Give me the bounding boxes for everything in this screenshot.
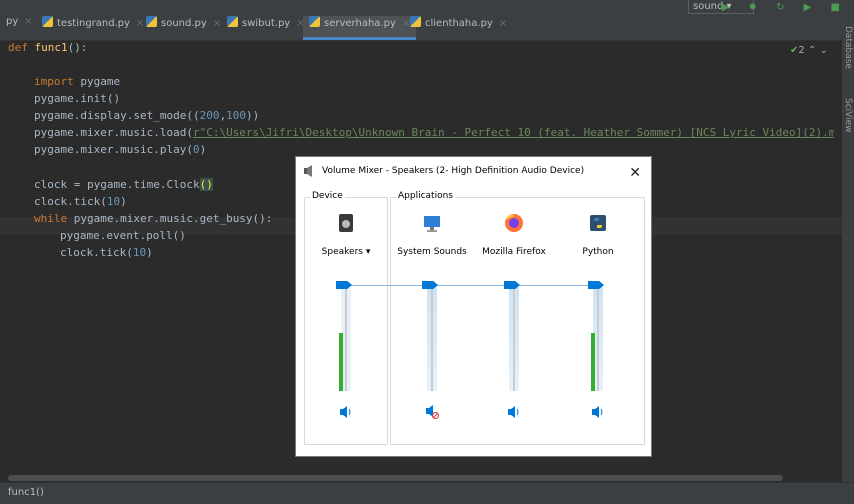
close-icon[interactable]: × [136,18,144,29]
code-line: clock.tick(10) [60,246,153,259]
speaker-mute-icon[interactable] [507,405,521,419]
code-line: clock = pygame.time.Clock() [34,178,213,191]
tab-py[interactable]: py × [6,16,33,40]
tab-clienthaha[interactable]: clienthaha.py × [410,16,507,40]
code-line: clock.tick(10) [34,195,127,208]
speakers-icon[interactable] [336,213,356,233]
code-line: pygame.mixer.music.load(r"C:\Users\Jifri… [34,126,834,139]
database-panel-tab[interactable]: Database [843,26,853,69]
right-tool-strip: Database SciView [842,16,854,486]
tab-label: testingrand.py [57,18,131,29]
app-label: Python [582,247,614,257]
peak-meter [339,332,343,391]
chevron-down-icon[interactable]: ⌄ [820,45,828,56]
code-line: pygame.init() [34,92,121,105]
close-icon[interactable]: × [402,18,410,29]
device-volume-slider[interactable] [336,281,352,391]
code-line: def func1(): [8,41,88,54]
app-label: Mozilla Firefox [482,247,546,257]
warnings-count: 2 [798,45,805,56]
device-group-label: Device [310,191,345,201]
peak-meter [591,332,595,391]
code-line: pygame.event.poll() [60,229,186,242]
chevron-up-icon[interactable]: ⌃ [808,45,816,56]
title-bar[interactable]: Volume Mixer - Speakers (2- High Definit… [296,157,651,185]
app-column-firefox: Mozilla Firefox [472,209,556,441]
code-line: import pygame [34,75,121,88]
sciview-panel-tab[interactable]: SciView [843,98,853,133]
app-volume-slider[interactable] [422,281,438,391]
python-file-icon [410,16,421,27]
python-file-icon [42,16,53,27]
speaker-mute-icon[interactable] [339,405,353,419]
window-title: Volume Mixer - Speakers (2- High Definit… [322,166,585,176]
tab-label: serverhaha.py [324,18,396,29]
code-line: pygame.display.set_mode((200,100)) [34,109,260,122]
breadcrumb[interactable]: func1() [8,487,44,498]
status-bar: func1() [0,482,854,504]
device-label: Speakers [321,247,363,257]
speaker-muted-icon[interactable] [425,405,439,419]
tab-label: clienthaha.py [425,18,493,29]
python-file-icon [227,16,238,27]
close-icon[interactable]: × [24,16,32,27]
device-column: Speakers ▾ [304,209,388,441]
app-label: System Sounds [397,247,467,257]
app-volume-slider[interactable] [588,281,604,391]
speaker-icon [304,165,312,177]
run-config-label: sound [693,1,724,12]
python-file-icon [146,16,157,27]
speaker-mute-icon[interactable] [591,405,605,419]
firefox-icon[interactable] [504,213,524,233]
app-column-python: Python [556,209,640,441]
toolbar-run-icons[interactable]: ▶ ✹ ↻ ▶ ■ [722,2,848,13]
applications-group-label: Applications [396,191,455,201]
python-icon[interactable] [588,213,608,233]
code-line: while pygame.mixer.music.get_busy(): [34,212,273,225]
close-icon[interactable]: ✕ [629,159,641,187]
code-line: pygame.mixer.music.play(0) [34,143,207,156]
tab-label: py [6,16,19,27]
close-icon[interactable]: × [499,18,507,29]
tab-serverhaha[interactable]: serverhaha.py × [303,16,417,40]
tab-testingrand[interactable]: testingrand.py × [42,16,144,40]
ide-top-toolbar: sound ▾ ▶ ✹ ↻ ▶ ■ [0,0,854,16]
inspection-widget[interactable]: ✔2 ⌃ ⌄ [790,45,828,56]
volume-mixer-window: Volume Mixer - Speakers (2- High Definit… [296,157,651,456]
editor-tabs: py × testingrand.py × sound.py × swibut.py ×… [0,16,854,41]
app-volume-slider[interactable] [504,281,520,391]
horizontal-scrollbar[interactable] [0,474,842,482]
tab-sound[interactable]: sound.py × [146,16,221,40]
tab-swibut[interactable]: swibut.py × [227,16,305,40]
close-icon[interactable]: × [213,18,221,29]
device-select[interactable]: Speakers ▾ [304,247,388,257]
monitor-icon[interactable] [422,213,442,233]
tab-label: swibut.py [242,18,291,29]
python-file-icon [309,16,320,27]
tab-label: sound.py [161,18,207,29]
scrollbar-thumb[interactable] [8,475,783,481]
app-column-system-sounds: System Sounds [390,209,474,441]
